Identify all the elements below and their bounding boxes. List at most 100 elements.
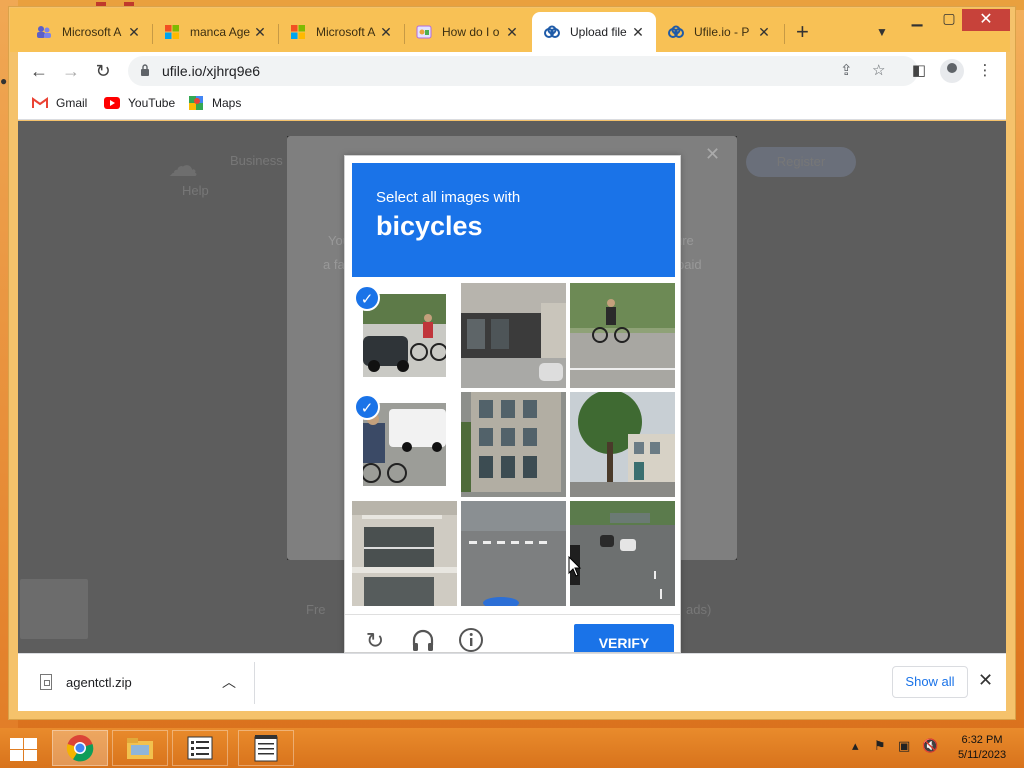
taskbar-task-list[interactable] <box>172 730 228 766</box>
captcha-tile-4[interactable]: ✓ <box>352 392 457 497</box>
close-tab-icon[interactable]: ✕ <box>630 24 646 41</box>
download-bar: agentctl.zip ︿ Show all ✕ <box>18 653 1006 711</box>
windows-logo-icon <box>10 738 23 749</box>
address-bar[interactable]: ufile.io/xjhrq9e6 ⇪ ☆ <box>128 56 918 86</box>
windows-taskbar: ▴ ⚑ ▣ 🔇 6:32 PM 5/11/2023 <box>0 728 1024 768</box>
tab-search-chevron-icon[interactable]: ▼ <box>876 25 888 39</box>
forward-arrow-icon[interactable]: → <box>60 60 82 82</box>
menu-kebab-icon[interactable]: ⋮ <box>974 60 996 82</box>
info-icon[interactable] <box>457 627 485 652</box>
recaptcha-badge[interactable] <box>20 579 88 639</box>
captcha-header: Select all images with bicycles <box>352 163 675 277</box>
taskbar-file-explorer[interactable] <box>112 730 168 766</box>
ufile-logo-icon: ☁ <box>168 150 198 183</box>
close-tab-icon[interactable]: ✕ <box>504 24 520 41</box>
browser-toolbar: ← → ↻ ufile.io/xjhrq9e6 ⇪ ☆ ◧ ⋮ <box>18 52 1006 90</box>
microsoft-icon <box>290 24 306 40</box>
bookmark-label: Maps <box>212 96 242 110</box>
tab-how-do-i[interactable]: How do I o ✕ <box>404 12 530 52</box>
generic-site-icon <box>416 24 432 40</box>
reload-icon[interactable]: ↻ <box>92 60 114 82</box>
list-icon <box>187 736 213 760</box>
tab-microsoft-1[interactable]: Microsoft A ✕ <box>24 12 152 52</box>
clock-time: 6:32 PM <box>961 734 1003 746</box>
bookmarks-bar: Gmail YouTube Maps <box>18 90 1006 120</box>
chevron-up-icon[interactable]: ︿ <box>222 672 236 692</box>
close-window-button[interactable]: ✕ <box>962 9 1010 31</box>
modal-text: a fa <box>323 257 345 272</box>
zip-file-icon <box>40 674 52 690</box>
url-text[interactable]: ufile.io/xjhrq9e6 <box>162 63 260 79</box>
tray-overflow-chevron-icon[interactable]: ▴ <box>852 738 859 754</box>
captcha-target-object: bicycles <box>376 211 483 241</box>
tab-upload-file-active[interactable]: Upload file ✕ <box>532 12 656 52</box>
close-tab-icon[interactable]: ✕ <box>756 24 772 41</box>
tab-microsoft-2[interactable]: Microsoft A ✕ <box>278 12 404 52</box>
taskbar-notepad[interactable] <box>238 730 294 766</box>
folder-icon <box>127 738 153 759</box>
bookmark-gmail[interactable]: Gmail <box>32 96 87 110</box>
close-tab-icon[interactable]: ✕ <box>126 24 142 41</box>
system-clock[interactable]: 6:32 PM 5/11/2023 <box>952 733 1012 763</box>
ufile-icon <box>668 24 684 40</box>
bookmark-youtube[interactable]: YouTube <box>104 96 175 110</box>
bottom-text: ads) <box>686 602 712 617</box>
captcha-tile-8[interactable] <box>461 501 566 606</box>
new-tab-button[interactable]: + <box>796 21 809 43</box>
chrome-icon <box>66 735 94 762</box>
close-download-bar-icon[interactable]: ✕ <box>978 670 993 691</box>
bookmark-star-icon[interactable]: ☆ <box>872 56 885 86</box>
microsoft-icon <box>164 24 180 40</box>
captcha-tile-1[interactable]: ✓ <box>352 283 457 388</box>
captcha-tile-5[interactable] <box>461 392 566 497</box>
close-tab-icon[interactable]: ✕ <box>252 24 268 41</box>
notepad-icon <box>254 735 278 762</box>
audio-icon[interactable] <box>409 627 437 652</box>
tab-ufile-pro[interactable]: Ufile.io - P ✕ <box>656 12 782 52</box>
divider <box>254 662 255 704</box>
bookmark-maps[interactable]: Maps <box>188 96 241 110</box>
bottom-text: Fre <box>306 602 326 617</box>
action-center-flag-icon[interactable]: ⚑ <box>874 738 886 754</box>
start-button[interactable] <box>8 736 38 762</box>
show-all-button[interactable]: Show all <box>892 666 968 698</box>
close-tab-icon[interactable]: ✕ <box>378 24 394 41</box>
captcha-instruction: Select all images with <box>376 189 521 206</box>
checkmark-icon: ✓ <box>354 394 380 420</box>
tile-image <box>461 392 566 497</box>
side-panel-icon[interactable]: ◧ <box>908 60 930 82</box>
volume-muted-icon[interactable]: 🔇 <box>922 738 938 754</box>
youtube-icon <box>104 96 120 110</box>
tab-title: Microsoft A <box>316 25 376 39</box>
tile-image <box>570 501 675 606</box>
taskbar-chrome[interactable] <box>52 730 108 766</box>
maximize-button[interactable]: ▢ <box>934 10 964 32</box>
tab-manca[interactable]: manca Age ✕ <box>152 12 278 52</box>
tab-title: Microsoft A <box>62 25 122 39</box>
captcha-footer: ↻ VERIFY <box>345 614 680 652</box>
captcha-tile-2[interactable] <box>461 283 566 388</box>
verify-button[interactable]: VERIFY <box>574 624 674 652</box>
clock-date: 5/11/2023 <box>957 749 1007 761</box>
lock-icon[interactable] <box>140 63 154 79</box>
nav-link-business[interactable]: Business <box>230 153 283 168</box>
captcha-tile-3[interactable] <box>570 283 675 388</box>
bookmark-label: Gmail <box>56 96 88 110</box>
captcha-tile-9[interactable] <box>570 501 675 606</box>
nav-link-help[interactable]: Help <box>182 183 209 198</box>
modal-close-icon[interactable]: ✕ <box>705 144 720 165</box>
captcha-tile-7[interactable] <box>352 501 457 606</box>
tile-image <box>352 501 457 606</box>
captcha-tile-6[interactable] <box>570 392 675 497</box>
share-icon[interactable]: ⇪ <box>840 56 853 86</box>
reload-icon[interactable]: ↻ <box>361 627 389 652</box>
maps-icon <box>188 96 204 110</box>
back-arrow-icon[interactable]: ← <box>28 60 50 82</box>
network-icon[interactable]: ▣ <box>898 738 910 754</box>
bookmark-label: YouTube <box>128 96 176 110</box>
minimize-button[interactable]: ▁ <box>902 10 932 32</box>
checkmark-icon: ✓ <box>354 285 380 311</box>
register-button[interactable]: Register <box>746 147 856 177</box>
download-item[interactable]: agentctl.zip <box>40 674 132 690</box>
profile-avatar[interactable] <box>940 59 964 83</box>
